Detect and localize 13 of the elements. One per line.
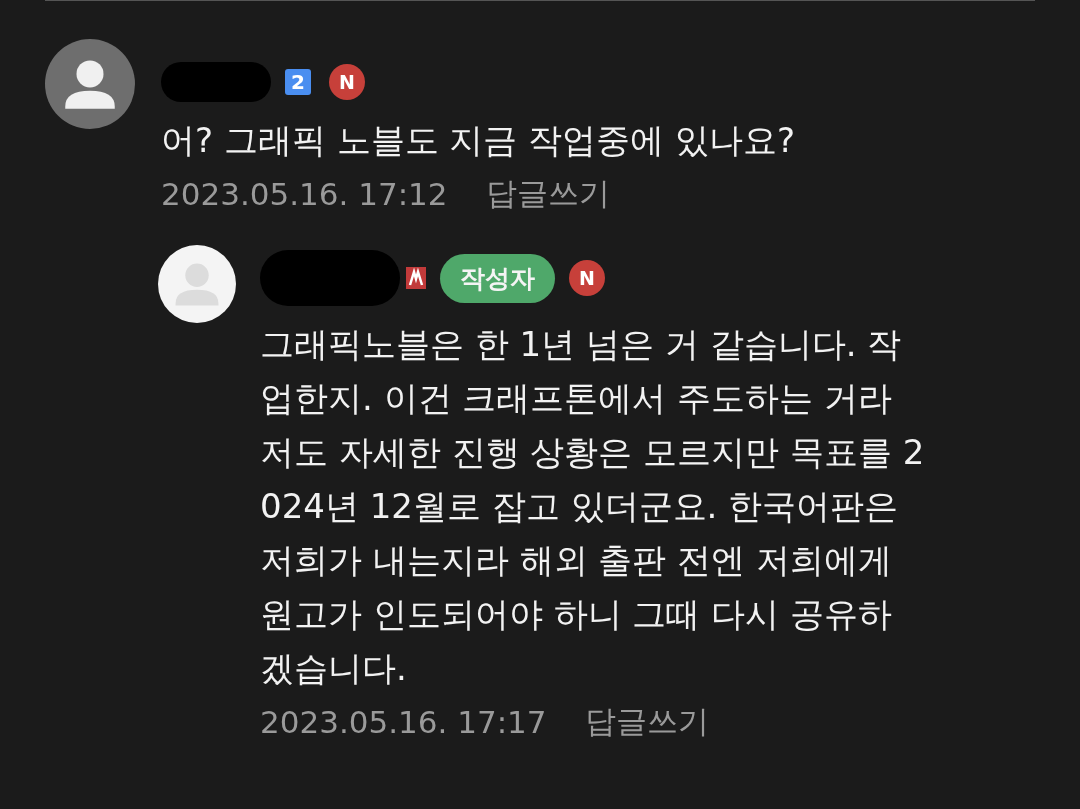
- author-badge: 작성자: [440, 253, 555, 303]
- avatar-icon: [45, 39, 135, 129]
- comment-date: 2023.05.16. 17:17: [260, 704, 547, 740]
- level-badge: 2: [285, 69, 311, 95]
- new-badge: N: [329, 64, 365, 100]
- reply-link[interactable]: 답글쓰기: [584, 701, 709, 743]
- comment-date: 2023.05.16. 17:12: [161, 176, 448, 212]
- comment-text: 어? 그래픽 노블도 지금 작업중에 있나요?: [161, 119, 796, 162]
- level-icon: [406, 267, 426, 289]
- reply-link[interactable]: 답글쓰기: [485, 173, 610, 215]
- new-badge: N: [569, 260, 605, 296]
- avatar-icon: [158, 245, 236, 323]
- comment-text: 그래픽노블은 한 1년 넘은 거 같습니다. 작 업한지. 이건 크래프톤에서 주도하는 거라 저도 자세한 진행 상황은 모르지만 목표를 2 024년 12월로 잡고 있더군요. 한국어판은 저희가 내는지라 해외 출판 전엔 저희에게 원고가 인도되어야 하니 그때 다시 공유하 겠습니다.: [260, 323, 925, 690]
